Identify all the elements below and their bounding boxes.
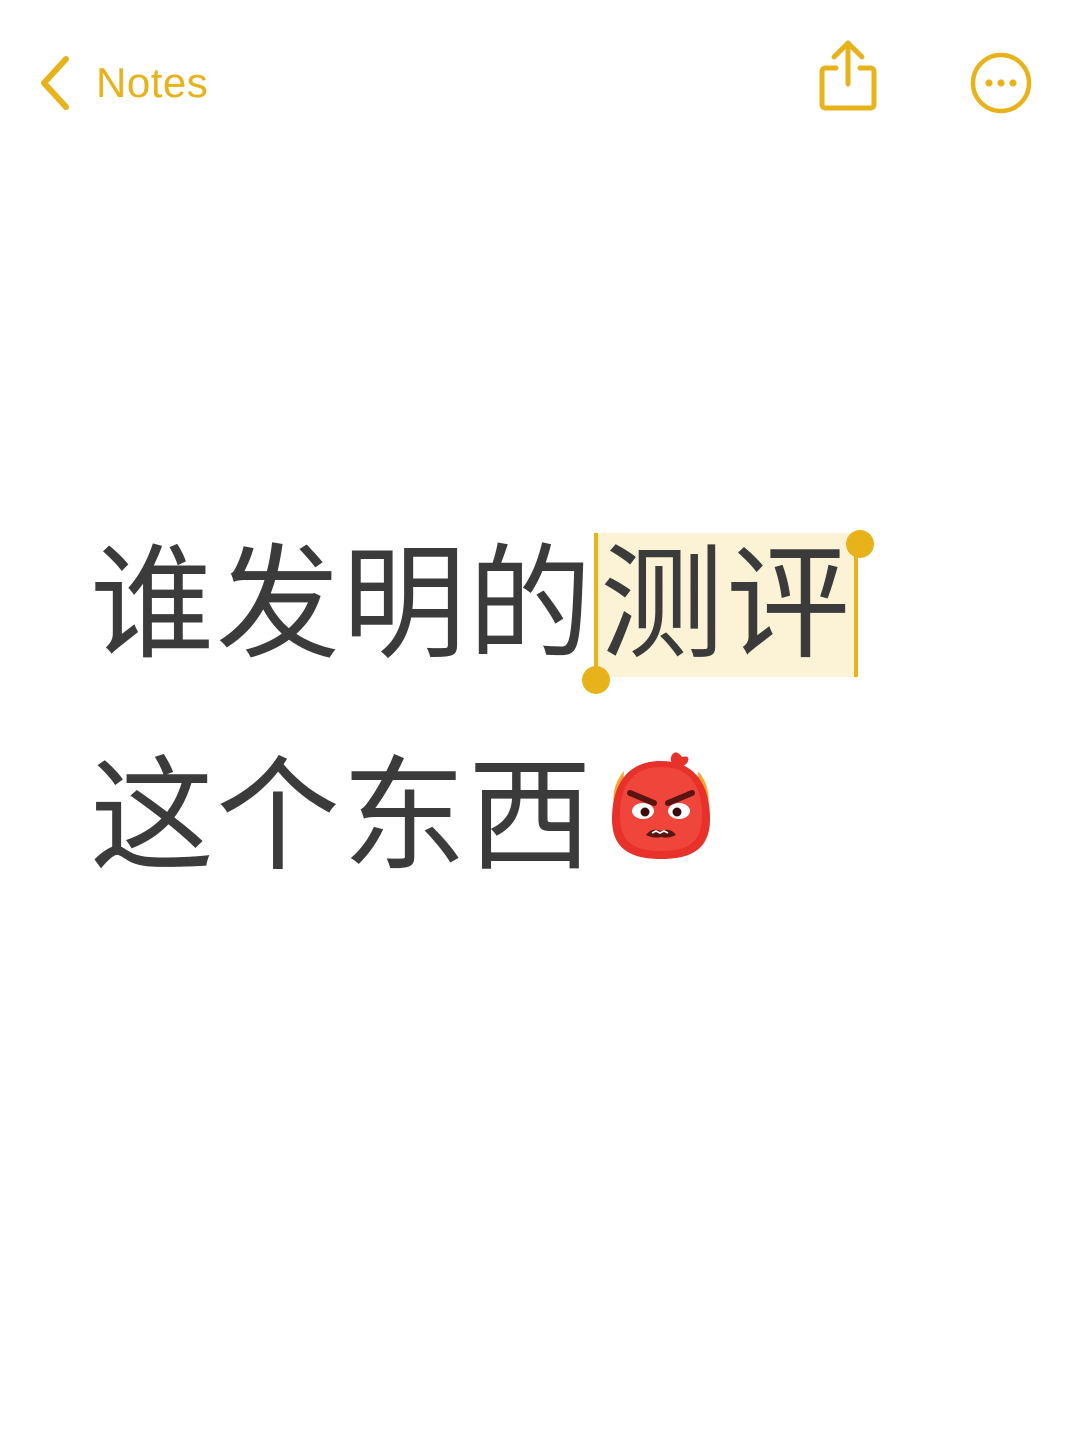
note-body[interactable]: 谁发明的测评 这个东西	[90, 530, 1010, 892]
note-line-2[interactable]: 这个东西	[90, 742, 1010, 892]
chevron-left-icon	[36, 55, 72, 111]
note-line-1[interactable]: 谁发明的测评	[90, 530, 1010, 694]
angry-face-icon	[602, 749, 720, 900]
note-text-plain: 谁发明的	[90, 533, 595, 677]
back-label: Notes	[96, 59, 209, 106]
selection-end-handle[interactable]	[846, 530, 875, 558]
text-selection[interactable]: 测评	[582, 530, 875, 694]
navigation-bar: Notes	[0, 0, 1080, 170]
share-button[interactable]	[814, 38, 882, 114]
back-button[interactable]: Notes	[36, 50, 208, 116]
more-options-button[interactable]	[968, 50, 1034, 116]
selection-start-handle[interactable]	[582, 666, 611, 694]
ellipsis-circle-icon	[968, 52, 1034, 120]
note-text-line2: 这个东西	[90, 745, 595, 889]
selected-text: 测评	[594, 533, 859, 677]
share-icon	[814, 40, 882, 118]
